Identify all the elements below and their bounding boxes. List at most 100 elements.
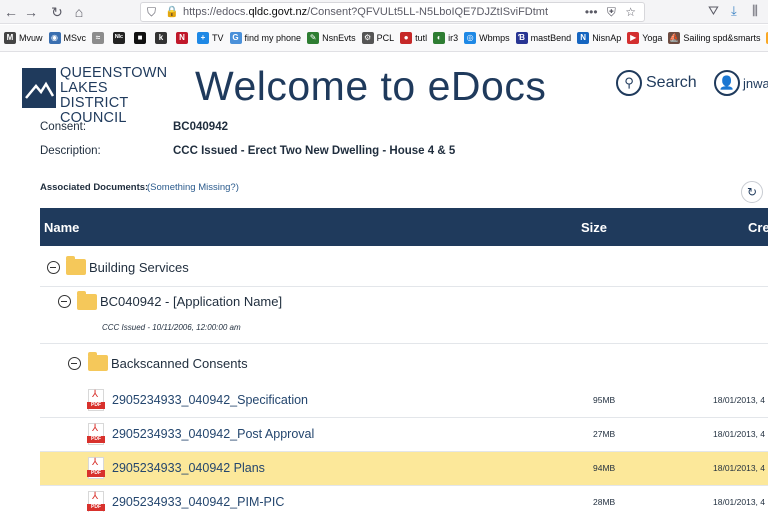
bookmark-item[interactable]: N	[176, 32, 191, 44]
pdf-icon: PDF	[87, 457, 105, 479]
home-icon[interactable]: ⌂	[70, 3, 88, 21]
bookmark-item[interactable]: k	[155, 32, 170, 44]
qldc-logo[interactable]	[22, 68, 56, 108]
pocket-icon[interactable]: ⛨	[607, 5, 616, 19]
back-arrow-icon[interactable]: ←	[2, 3, 20, 21]
refresh-icon[interactable]: ↻	[741, 181, 763, 203]
bookmark-favicon-icon: ⛵	[668, 32, 681, 44]
folder-row-backscanned[interactable]: Backscanned Consents	[40, 345, 768, 381]
file-size: 94MB	[593, 463, 616, 473]
mountain-icon	[25, 81, 55, 99]
lock-icon[interactable]: 🔒	[165, 5, 179, 18]
bookmark-item[interactable]: ⚙ PCL	[361, 32, 395, 44]
something-missing-link[interactable]: (Something Missing?)	[147, 182, 239, 193]
bookmark-item[interactable]: ◐ ir3	[433, 32, 458, 44]
application-status: CCC Issued - 10/11/2006, 12:00:00 am	[102, 323, 241, 332]
bookmark-favicon-icon: ▶	[627, 32, 640, 44]
description-label: Description:	[40, 145, 101, 157]
folder-label: Building Services	[89, 260, 189, 275]
bookmark-favicon-icon: +	[197, 32, 210, 44]
consent-label: Consent:	[40, 121, 87, 133]
bookmark-item[interactable]: ✎ NsnEvts	[307, 32, 356, 44]
bookmark-label: mastBend	[530, 33, 572, 43]
forward-arrow-icon[interactable]: →	[22, 3, 40, 21]
library-icon[interactable]: ⫼	[752, 3, 758, 19]
bookmark-favicon-icon: ≈	[92, 32, 105, 44]
bookmarks-bar: M Mvuw ◉ MSvc ≈ ᴺᴵᶜ ■ k N + TV Gfind my phone ✎ NsnEv…	[0, 25, 768, 52]
file-name-link[interactable]: 2905234933_040942_Post Approval	[112, 427, 314, 441]
folder-row-building-services[interactable]: Building Services	[40, 247, 768, 287]
file-name-link[interactable]: 2905234933_040942_PIM-PIC	[112, 495, 284, 509]
bookmark-item[interactable]: ● tutl	[400, 32, 427, 44]
folder-icon	[66, 256, 86, 275]
bookmark-item[interactable]: ◎ Wbmps	[464, 32, 510, 44]
bookmark-label: Yoga	[642, 33, 663, 43]
description-value: CCC Issued - Erect Two New Dwelling - Ho…	[173, 145, 456, 157]
shield-icon[interactable]: ⛉	[147, 5, 156, 20]
bookmark-item[interactable]: ▶ Yoga	[627, 32, 662, 44]
folder-icon	[88, 352, 108, 371]
bookmark-item[interactable]: Gfind my phone	[229, 32, 302, 44]
user-icon: 👤	[714, 70, 740, 96]
bookmark-favicon-icon: ■	[134, 32, 147, 44]
bookmark-favicon-icon: ◉	[48, 32, 61, 44]
pdf-icon: PDF	[87, 389, 105, 411]
file-size: 27MB	[593, 429, 616, 439]
search-icon: ⚲	[616, 70, 642, 96]
bookmark-label: PCL	[376, 33, 395, 43]
bookmark-star-icon[interactable]: ☆	[625, 5, 636, 19]
bookmark-favicon-icon: ⚙	[361, 32, 374, 44]
collapse-icon[interactable]	[47, 261, 60, 274]
ublock-icon[interactable]: ⛛	[708, 3, 719, 19]
file-row[interactable]: PDF 2905234933_040942_Post Approval 27MB…	[40, 418, 768, 452]
reload-icon[interactable]: ↻	[48, 3, 66, 21]
url-actions: ••• ⛨ ☆	[585, 5, 636, 20]
collapse-icon[interactable]	[68, 357, 81, 370]
search-button[interactable]: ⚲ Search	[616, 70, 697, 96]
bookmark-favicon-icon: M	[4, 32, 16, 44]
associated-documents-label: Associated Documents:	[40, 182, 149, 193]
file-created: 18/01/2013, 4	[713, 395, 765, 405]
bookmark-item[interactable]: N NisnAp	[577, 32, 621, 44]
column-created[interactable]: Cre	[748, 220, 768, 235]
column-size[interactable]: Size	[581, 220, 607, 235]
folder-row-application[interactable]: BC040942 - [Application Name]	[40, 288, 768, 344]
bookmark-favicon-icon: ✎	[307, 32, 320, 44]
bookmark-label: Sailing spd&smarts	[683, 33, 761, 43]
file-name-link[interactable]: 2905234933_040942 Plans	[112, 461, 265, 475]
column-name[interactable]: Name	[44, 220, 79, 235]
browser-toolbar: ← → ↻ ⌂ ⛉ 🔒 https://edocs.qldc.govt.nz/C…	[0, 0, 768, 24]
file-row[interactable]: PDF 2905234933_040942_PIM-PIC 28MB 18/01…	[40, 486, 768, 512]
bookmark-favicon-icon: G	[229, 32, 242, 44]
file-created: 18/01/2013, 4	[713, 429, 765, 439]
file-row-selected[interactable]: PDF 2905234933_040942 Plans 94MB 18/01/2…	[40, 452, 768, 486]
folder-label: BC040942 - [Application Name]	[100, 294, 283, 309]
folder-label: Backscanned Consents	[111, 356, 248, 371]
file-row[interactable]: PDF 2905234933_040942_Specification 95MB…	[40, 384, 768, 418]
pdf-icon: PDF	[87, 423, 105, 445]
pdf-icon: PDF	[87, 491, 105, 512]
bookmark-item[interactable]: ≈	[92, 32, 107, 44]
bookmark-item[interactable]: M Mvuw	[4, 32, 43, 44]
file-name-link[interactable]: 2905234933_040942_Specification	[112, 393, 308, 407]
folder-icon	[77, 291, 97, 310]
more-icon[interactable]: •••	[585, 5, 598, 19]
bookmark-item[interactable]: ⛵ Sailing spd&smarts	[668, 32, 760, 44]
collapse-icon[interactable]	[58, 295, 71, 308]
bookmark-label: Mvuw	[19, 33, 43, 43]
bookmark-item[interactable]: ƁmastBend	[515, 32, 572, 44]
bookmark-item[interactable]: + TV	[197, 32, 224, 44]
file-created: 18/01/2013, 4	[713, 497, 765, 507]
bookmark-item[interactable]: ◉ MSvc	[48, 32, 86, 44]
org-name: QUEENSTOWN LAKES DISTRICT COUNCIL	[60, 65, 168, 126]
url-text[interactable]: https://edocs.qldc.govt.nz/Consent?QFVUL…	[183, 6, 548, 18]
bookmark-favicon-icon: ᴺᴵᶜ	[113, 32, 126, 44]
bookmark-label: find my phone	[244, 33, 302, 43]
url-field[interactable]: ⛉ 🔒 https://edocs.qldc.govt.nz/Consent?Q…	[140, 2, 645, 22]
bookmark-item[interactable]: ■	[134, 32, 149, 44]
user-menu[interactable]: 👤 jnwana	[714, 70, 768, 96]
bookmark-label: TV	[212, 33, 224, 43]
bookmark-item[interactable]: ᴺᴵᶜ	[113, 32, 128, 44]
download-icon[interactable]: ⤓	[731, 3, 737, 19]
user-label: jnwana	[743, 75, 768, 91]
